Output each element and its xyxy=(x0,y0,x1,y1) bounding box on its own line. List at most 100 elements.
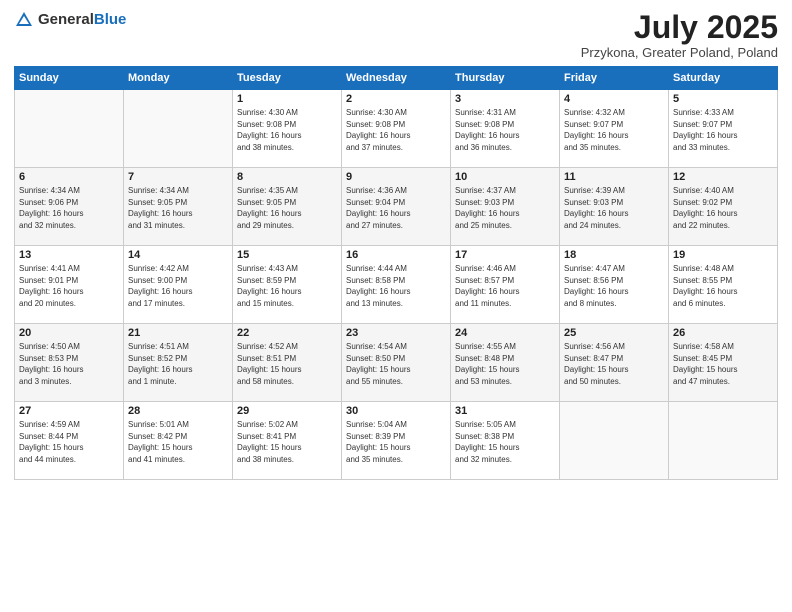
calendar-subtitle: Przykona, Greater Poland, Poland xyxy=(581,45,778,60)
day-info: Sunrise: 4:35 AM Sunset: 9:05 PM Dayligh… xyxy=(237,185,337,231)
day-number: 5 xyxy=(673,93,773,105)
day-number: 20 xyxy=(19,327,119,339)
day-number: 2 xyxy=(346,93,446,105)
calendar-week-3: 20 Sunrise: 4:50 AM Sunset: 8:53 PM Dayli… xyxy=(15,324,778,402)
header-sunday: Sunday xyxy=(15,67,124,90)
day-info: Sunrise: 5:04 AM Sunset: 8:39 PM Dayligh… xyxy=(346,419,446,465)
day-number: 3 xyxy=(455,93,555,105)
day-info: Sunrise: 4:34 AM Sunset: 9:06 PM Dayligh… xyxy=(19,185,119,231)
day-info: Sunrise: 4:52 AM Sunset: 8:51 PM Dayligh… xyxy=(237,341,337,387)
day-info: Sunrise: 4:55 AM Sunset: 8:48 PM Dayligh… xyxy=(455,341,555,387)
day-number: 25 xyxy=(564,327,664,339)
calendar-week-0: 1 Sunrise: 4:30 AM Sunset: 9:08 PM Daylig… xyxy=(15,90,778,168)
calendar-cell: 31 Sunrise: 5:05 AM Sunset: 8:38 PM Dayli… xyxy=(451,402,560,480)
logo-icon xyxy=(14,10,34,30)
day-info: Sunrise: 5:05 AM Sunset: 8:38 PM Dayligh… xyxy=(455,419,555,465)
day-info: Sunrise: 4:50 AM Sunset: 8:53 PM Dayligh… xyxy=(19,341,119,387)
day-number: 7 xyxy=(128,171,228,183)
day-info: Sunrise: 4:42 AM Sunset: 9:00 PM Dayligh… xyxy=(128,263,228,309)
calendar-cell: 5 Sunrise: 4:33 AM Sunset: 9:07 PM Daylig… xyxy=(669,90,778,168)
calendar-cell: 17Sunrise: 4:46 AM Sunset: 8:57 PM Dayli… xyxy=(451,246,560,324)
day-number: 16 xyxy=(346,249,446,261)
day-number: 26 xyxy=(673,327,773,339)
day-number: 27 xyxy=(19,405,119,417)
calendar-cell: 22 Sunrise: 4:52 AM Sunset: 8:51 PM Dayli… xyxy=(233,324,342,402)
title-block: July 2025 Przykona, Greater Poland, Pola… xyxy=(581,10,778,60)
header-saturday: Saturday xyxy=(669,67,778,90)
day-info: Sunrise: 4:32 AM Sunset: 9:07 PM Dayligh… xyxy=(564,107,664,153)
calendar-cell: 15 Sunrise: 4:43 AM Sunset: 8:59 PM Dayli… xyxy=(233,246,342,324)
header-thursday: Thursday xyxy=(451,67,560,90)
day-info: Sunrise: 4:59 AM Sunset: 8:44 PM Dayligh… xyxy=(19,419,119,465)
day-info: Sunrise: 4:34 AM Sunset: 9:05 PM Dayligh… xyxy=(128,185,228,231)
day-number: 23 xyxy=(346,327,446,339)
day-info: Sunrise: 4:58 AM Sunset: 8:45 PM Dayligh… xyxy=(673,341,773,387)
calendar-cell xyxy=(15,90,124,168)
day-info: Sunrise: 5:01 AM Sunset: 8:42 PM Dayligh… xyxy=(128,419,228,465)
day-info: Sunrise: 4:33 AM Sunset: 9:07 PM Dayligh… xyxy=(673,107,773,153)
calendar-title: July 2025 xyxy=(581,10,778,45)
day-info: Sunrise: 4:48 AM Sunset: 8:55 PM Dayligh… xyxy=(673,263,773,309)
day-info: Sunrise: 4:54 AM Sunset: 8:50 PM Dayligh… xyxy=(346,341,446,387)
calendar-cell: 29 Sunrise: 5:02 AM Sunset: 8:41 PM Dayli… xyxy=(233,402,342,480)
day-info: Sunrise: 4:37 AM Sunset: 9:03 PM Dayligh… xyxy=(455,185,555,231)
day-info: Sunrise: 4:40 AM Sunset: 9:02 PM Dayligh… xyxy=(673,185,773,231)
day-number: 24 xyxy=(455,327,555,339)
day-number: 12 xyxy=(673,171,773,183)
calendar-cell: 9 Sunrise: 4:36 AM Sunset: 9:04 PM Daylig… xyxy=(342,168,451,246)
logo: GeneralBlue xyxy=(14,10,126,30)
day-number: 8 xyxy=(237,171,337,183)
header-tuesday: Tuesday xyxy=(233,67,342,90)
calendar-cell xyxy=(560,402,669,480)
calendar-cell: 13 Sunrise: 4:41 AM Sunset: 9:01 PM Dayli… xyxy=(15,246,124,324)
calendar-cell: 3 Sunrise: 4:31 AM Sunset: 9:08 PM Daylig… xyxy=(451,90,560,168)
day-number: 4 xyxy=(564,93,664,105)
calendar-table: Sunday Monday Tuesday Wednesday Thursday… xyxy=(14,66,778,480)
day-info: Sunrise: 4:56 AM Sunset: 8:47 PM Dayligh… xyxy=(564,341,664,387)
day-number: 15 xyxy=(237,249,337,261)
header-wednesday: Wednesday xyxy=(342,67,451,90)
day-info: Sunrise: 4:31 AM Sunset: 9:08 PM Dayligh… xyxy=(455,107,555,153)
header-friday: Friday xyxy=(560,67,669,90)
calendar-cell: 11Sunrise: 4:39 AM Sunset: 9:03 PM Dayli… xyxy=(560,168,669,246)
day-number: 10 xyxy=(455,171,555,183)
calendar-cell: 21 Sunrise: 4:51 AM Sunset: 8:52 PM Dayli… xyxy=(124,324,233,402)
calendar-cell: 18Sunrise: 4:47 AM Sunset: 8:56 PM Dayli… xyxy=(560,246,669,324)
day-number: 11 xyxy=(564,171,664,183)
day-info: Sunrise: 4:30 AM Sunset: 9:08 PM Dayligh… xyxy=(237,107,337,153)
calendar-cell: 26 Sunrise: 4:58 AM Sunset: 8:45 PM Dayli… xyxy=(669,324,778,402)
calendar-cell xyxy=(669,402,778,480)
calendar-cell: 27 Sunrise: 4:59 AM Sunset: 8:44 PM Dayli… xyxy=(15,402,124,480)
day-info: Sunrise: 4:36 AM Sunset: 9:04 PM Dayligh… xyxy=(346,185,446,231)
calendar-cell: 23 Sunrise: 4:54 AM Sunset: 8:50 PM Dayli… xyxy=(342,324,451,402)
day-number: 30 xyxy=(346,405,446,417)
calendar-cell: 16 Sunrise: 4:44 AM Sunset: 8:58 PM Dayli… xyxy=(342,246,451,324)
calendar-cell: 12 Sunrise: 4:40 AM Sunset: 9:02 PM Dayli… xyxy=(669,168,778,246)
day-info: Sunrise: 5:02 AM Sunset: 8:41 PM Dayligh… xyxy=(237,419,337,465)
logo-general: GeneralBlue xyxy=(38,11,126,29)
day-number: 1 xyxy=(237,93,337,105)
day-info: Sunrise: 4:47 AM Sunset: 8:56 PM Dayligh… xyxy=(564,263,664,309)
day-info: Sunrise: 4:43 AM Sunset: 8:59 PM Dayligh… xyxy=(237,263,337,309)
calendar-cell: 6Sunrise: 4:34 AM Sunset: 9:06 PM Daylig… xyxy=(15,168,124,246)
day-number: 9 xyxy=(346,171,446,183)
calendar-week-2: 13 Sunrise: 4:41 AM Sunset: 9:01 PM Dayli… xyxy=(15,246,778,324)
day-number: 29 xyxy=(237,405,337,417)
calendar-cell xyxy=(124,90,233,168)
calendar-cell: 2Sunrise: 4:30 AM Sunset: 9:08 PM Daylig… xyxy=(342,90,451,168)
day-number: 31 xyxy=(455,405,555,417)
calendar-cell: 4 Sunrise: 4:32 AM Sunset: 9:07 PM Daylig… xyxy=(560,90,669,168)
day-number: 22 xyxy=(237,327,337,339)
day-number: 21 xyxy=(128,327,228,339)
calendar-cell: 30 Sunrise: 5:04 AM Sunset: 8:39 PM Dayli… xyxy=(342,402,451,480)
calendar-week-4: 27 Sunrise: 4:59 AM Sunset: 8:44 PM Dayli… xyxy=(15,402,778,480)
calendar-header-row: Sunday Monday Tuesday Wednesday Thursday… xyxy=(15,67,778,90)
day-info: Sunrise: 4:41 AM Sunset: 9:01 PM Dayligh… xyxy=(19,263,119,309)
day-info: Sunrise: 4:44 AM Sunset: 8:58 PM Dayligh… xyxy=(346,263,446,309)
day-info: Sunrise: 4:51 AM Sunset: 8:52 PM Dayligh… xyxy=(128,341,228,387)
day-number: 13 xyxy=(19,249,119,261)
calendar-cell: 10 Sunrise: 4:37 AM Sunset: 9:03 PM Dayli… xyxy=(451,168,560,246)
calendar-cell: 1 Sunrise: 4:30 AM Sunset: 9:08 PM Daylig… xyxy=(233,90,342,168)
day-number: 28 xyxy=(128,405,228,417)
day-number: 14 xyxy=(128,249,228,261)
